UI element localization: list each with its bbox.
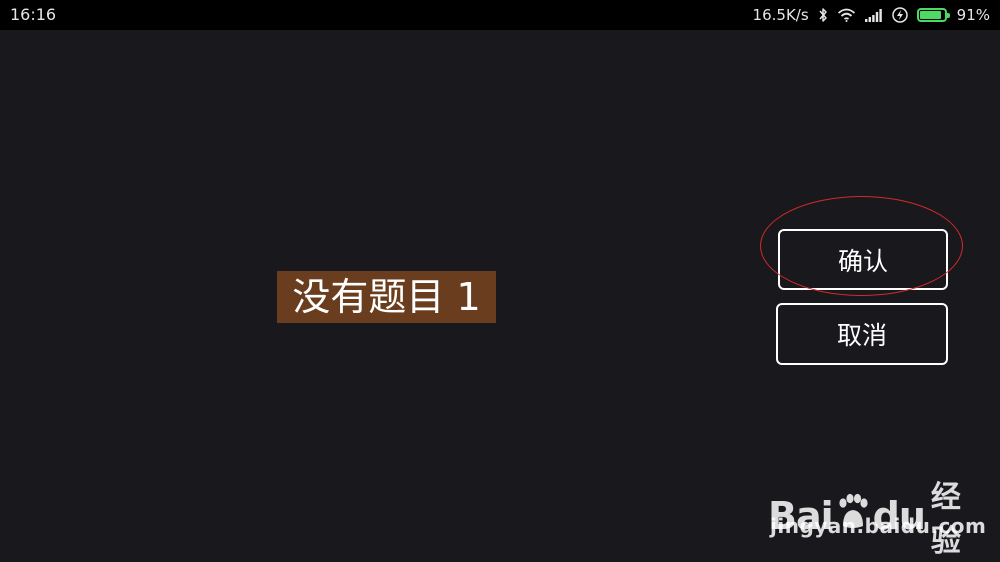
cancel-button[interactable]: 取消 [776,303,948,365]
wifi-icon [837,8,856,22]
battery-level-fill [919,11,942,19]
status-bar: 16:16 16.5K/s 91% [0,0,1000,30]
bluetooth-icon [818,7,828,23]
confirm-button[interactable]: 确认 [778,229,948,290]
watermark-url: jingyan.baidu.com [770,514,987,538]
watermark-logo-left: Bai [768,494,834,538]
watermark-logo-right: du [872,494,926,538]
network-speed: 16.5K/s [752,6,809,24]
watermark-logo: Bai du 经验 [768,472,978,560]
charging-icon [891,7,908,23]
status-indicators: 16.5K/s 91% [753,5,990,25]
watermark-logo-suffix: 经验 [930,480,961,559]
status-time: 16:16 [10,5,57,24]
paw-icon [835,493,871,540]
watermark: Bai du 经验 jingyan.baidu.com [768,450,986,559]
page-title: 没有题目 1 [277,271,496,323]
battery-icon [916,8,950,22]
battery-percent: 91% [956,6,990,24]
signal-icon [864,8,883,22]
